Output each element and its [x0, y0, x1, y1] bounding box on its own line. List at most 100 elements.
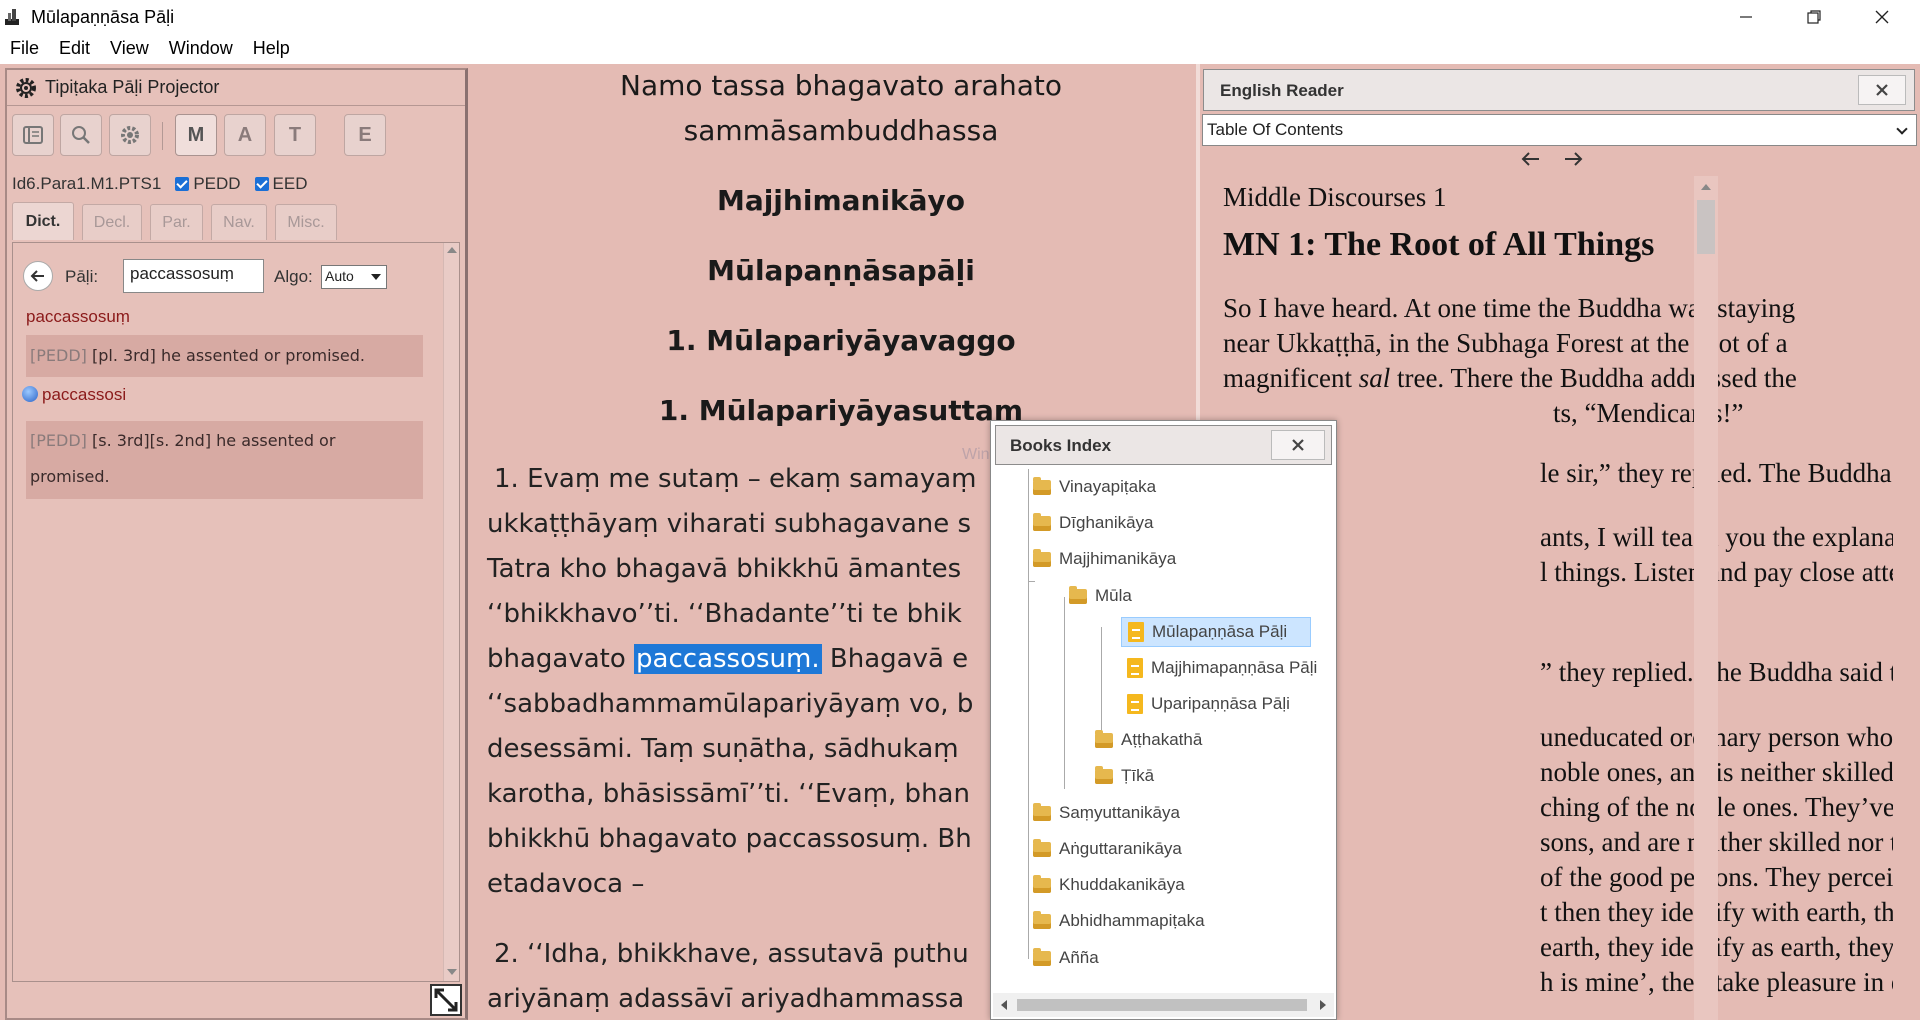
dictionary-results: Pāḷi: paccassosuṃ Algo: Auto paccassosuṃ…: [12, 242, 460, 982]
tree-node-dighanikaya[interactable]: Dīghanikāya: [1033, 508, 1154, 538]
pali-text-line: Tatra kho bhagavā bhikkhū āmantes: [487, 554, 962, 584]
tree-node-uparipannasa[interactable]: Uparipaṇṇāsa Pāḷi: [1127, 689, 1290, 719]
tab-decl[interactable]: Decl.: [82, 204, 142, 240]
menu-help[interactable]: Help: [243, 34, 300, 64]
tree-node-tika[interactable]: Ṭīkā: [1095, 761, 1154, 791]
tree-node-label: Ṭīkā: [1121, 766, 1155, 785]
close-button[interactable]: [1858, 75, 1906, 105]
algo-select[interactable]: Auto: [321, 265, 387, 289]
menu-file[interactable]: File: [0, 34, 49, 64]
tree-node-label: Mūla: [1095, 586, 1132, 605]
tab-dict[interactable]: Dict.: [12, 202, 74, 240]
tree-node-anna[interactable]: Añña: [1033, 943, 1099, 973]
pali-text-line: ‘‘bhikkhavo’’ti. ‘‘Bhadante’’ti te bhik: [487, 599, 962, 629]
table-of-contents-select[interactable]: Table Of Contents: [1202, 114, 1917, 146]
books-index-hscrollbar[interactable]: [993, 993, 1334, 1017]
tree-node-atthakatha[interactable]: Aṭṭhakathā: [1095, 725, 1202, 755]
gear-icon: [121, 126, 139, 144]
tree-node-majjhimapannasa[interactable]: Majjhimapaṇṇāsa Pāḷi: [1127, 653, 1317, 683]
pali-search-input[interactable]: paccassosuṃ: [123, 259, 264, 293]
folder-icon: [1033, 838, 1051, 857]
tree-node-samyuttanikaya[interactable]: Saṃyuttanikāya: [1033, 798, 1180, 828]
pali-text-line: ‘‘sabbadhammamūlapariyāyaṃ vo, b: [487, 689, 974, 719]
next-arrow[interactable]: [1562, 148, 1584, 176]
dictionary-scrollbar[interactable]: [443, 243, 459, 981]
sutta-heading: MN 1: The Root of All Things: [1223, 226, 1655, 263]
app-icon: [5, 9, 19, 25]
tab-par[interactable]: Par.: [150, 204, 203, 240]
tree-node-label: Khuddakanikāya: [1059, 875, 1185, 894]
tree-node-vinayapitaka[interactable]: Vinayapiṭaka: [1033, 472, 1156, 502]
pali-label: Pāḷi:: [65, 267, 99, 286]
tree-node-label: Mūlapaṇṇāsa Pāḷi: [1152, 622, 1288, 641]
folder-icon: [1033, 947, 1051, 966]
menu-window[interactable]: Window: [159, 34, 243, 64]
document-icon: [1127, 658, 1143, 678]
scrollbar-thumb[interactable]: [1017, 999, 1307, 1011]
tree-node-label: Aṭṭhakathā: [1121, 730, 1203, 749]
tab-misc[interactable]: Misc.: [275, 204, 337, 240]
back-button[interactable]: [23, 261, 53, 291]
globe-icon: [22, 386, 38, 402]
menu-view[interactable]: View: [100, 34, 159, 64]
tika-button[interactable]: T: [274, 114, 316, 156]
tree-line: [1101, 627, 1102, 731]
search-button[interactable]: [60, 114, 102, 156]
toc-value: Table Of Contents: [1207, 120, 1344, 139]
selected-word[interactable]: paccassosuṃ.: [634, 644, 822, 674]
tree-node-majjhimanikaya[interactable]: Majjhimanikāya: [1033, 544, 1176, 574]
eed-label: EED: [272, 174, 308, 193]
pali-text-line: bhagavato paccassosuṃ. Bhagavā e: [487, 644, 968, 674]
pali-text-line: ukkaṭṭhāyaṃ viharati subhagavane s: [487, 509, 972, 539]
gear-icon[interactable]: [13, 75, 39, 101]
books-index-header: Books Index: [995, 425, 1332, 465]
paragraph-line: near Ukkaṭṭhā, in the Subhaga Forest at …: [1223, 328, 1788, 358]
english-reader-scrollbar[interactable]: [1694, 176, 1718, 1020]
panel-title: Tipiṭaka Pāḷi Projector: [45, 77, 220, 97]
minimize-button[interactable]: [1712, 0, 1780, 34]
previous-arrow[interactable]: [1520, 148, 1542, 176]
scroll-left-icon[interactable]: [1001, 1000, 1007, 1010]
pedd-checkbox[interactable]: [175, 177, 190, 191]
restore-button[interactable]: [1780, 0, 1848, 34]
resize-handle[interactable]: [430, 984, 462, 1016]
close-button[interactable]: [1271, 430, 1325, 460]
scroll-right-icon[interactable]: [1320, 1000, 1326, 1010]
eed-checkbox[interactable]: [254, 177, 269, 191]
folder-icon: [1095, 729, 1113, 748]
tree-node-anguttaranikaya[interactable]: Aṅguttaranikāya: [1033, 834, 1182, 864]
atthakatha-button[interactable]: A: [224, 114, 266, 156]
definition-box: [PEDD] [pl. 3rd] he assented or promised…: [26, 335, 423, 377]
tree-node-label: Aṅguttaranikāya: [1059, 839, 1182, 858]
pali-text-line: ariyānaṃ adassāvī ariyadhammassa: [487, 984, 965, 1014]
tree-node-mulapannasa[interactable]: Mūlapaṇṇāsa Pāḷi: [1121, 617, 1311, 647]
toolbar-divider: [162, 122, 163, 150]
tree-line: [1029, 581, 1035, 582]
close-window-button[interactable]: [1848, 0, 1916, 34]
panel-header: Tipiṭaka Pāḷi Projector: [7, 70, 465, 106]
scrollbar-thumb[interactable]: [1697, 200, 1715, 254]
paragraph-line: So I have heard. At one time the Buddha …: [1223, 293, 1796, 323]
tree-node-abhidhammapitaka[interactable]: Abhidhammapiṭaka: [1033, 906, 1205, 936]
tree-node-mula[interactable]: Mūla: [1069, 581, 1132, 611]
document-icon: [1128, 622, 1144, 642]
headword[interactable]: paccassosi: [22, 385, 126, 405]
folder-icon: [1033, 802, 1051, 821]
tree-node-khuddakanikaya[interactable]: Khuddakanikāya: [1033, 870, 1185, 900]
mula-button[interactable]: M: [175, 114, 217, 156]
invocation-line: Namo tassa bhagavato arahato: [620, 69, 1062, 102]
dictionary-options: Id6.Para1.M1.PTS1 PEDD EED: [12, 174, 308, 194]
books-button[interactable]: [12, 114, 54, 156]
headword-text: paccassosi: [42, 385, 127, 404]
arrow-left-icon: [30, 270, 44, 282]
menu-edit[interactable]: Edit: [49, 34, 100, 64]
window-title: Mūlapaṇṇāsa Pāḷi: [31, 7, 175, 27]
pali-projector-panel: Tipiṭaka Pāḷi Projector M A T E Id6.Para…: [5, 68, 468, 1020]
settings-button[interactable]: [109, 114, 151, 156]
pali-text-line: 2. ‘‘Idha, bhikkhave, assutavā puthu: [494, 939, 969, 969]
books-tree: Vinayapiṭaka Dīghanikāya Majjhimanikāya …: [991, 469, 1336, 993]
english-button[interactable]: E: [344, 114, 386, 156]
arrow-right-icon: [1565, 152, 1583, 166]
tab-nav[interactable]: Nav.: [211, 204, 267, 240]
headword[interactable]: paccassosuṃ: [26, 307, 130, 327]
